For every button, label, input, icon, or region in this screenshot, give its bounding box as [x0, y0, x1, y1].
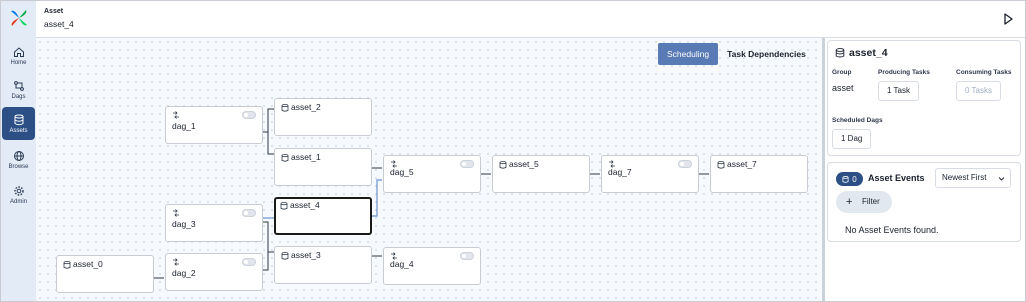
sort-value: Newest First [942, 173, 987, 182]
node-label: asset_3 [291, 250, 321, 260]
asset-node-asset_1[interactable]: asset_1 [274, 148, 372, 186]
tab-scheduling[interactable]: Scheduling [658, 43, 719, 65]
group-value: asset [832, 83, 854, 93]
asset-graph[interactable]: Scheduling Task Dependencies asset_0 dag… [36, 38, 822, 301]
dag-node-dag_3[interactable]: dag_3 [165, 204, 263, 242]
breadcrumb-section: Asset [44, 8, 64, 15]
sidebar-item-label: Assets [9, 127, 28, 134]
database-icon [842, 175, 849, 183]
dag-icon [173, 111, 179, 119]
sidebar-item-browse[interactable]: Browse [2, 143, 35, 176]
node-label: dag_2 [172, 268, 196, 278]
sidebar-item-label: Home [10, 59, 27, 66]
node-label: dag_4 [390, 259, 414, 269]
dags-icon [13, 80, 24, 91]
node-label: dag_1 [172, 121, 196, 131]
group-label: Group [832, 69, 852, 76]
database-icon [280, 202, 288, 210]
view-toggle: Scheduling Task Dependencies [658, 43, 815, 65]
events-count-badge: 0 [836, 172, 863, 186]
sidebar-item-admin[interactable]: Admin [2, 178, 35, 211]
asset-node-asset_2[interactable]: asset_2 [274, 98, 372, 136]
dag-node-dag_5[interactable]: dag_5 [383, 155, 481, 193]
asset-events-card: 0 Asset Events Newest First + Filter No … [827, 162, 1021, 242]
node-label: dag_7 [608, 167, 632, 177]
asset-node-asset_0[interactable]: asset_0 [56, 255, 154, 293]
node-label: dag_5 [390, 167, 414, 177]
airflow-logo[interactable] [9, 8, 29, 28]
edge [263, 251, 274, 271]
asset-node-asset_7[interactable]: asset_7 [710, 155, 808, 193]
tab-task-dependencies[interactable]: Task Dependencies [718, 43, 815, 65]
pause-toggle[interactable] [460, 160, 474, 168]
node-label: asset_5 [509, 159, 539, 169]
dag-icon [173, 209, 179, 217]
asset-node-asset_4[interactable]: asset_4 [274, 197, 372, 235]
dag-icon [173, 258, 179, 266]
producing-tasks-label: Producing Tasks [878, 69, 930, 76]
consuming-tasks-label: Consuming Tasks [956, 69, 1012, 76]
database-icon [281, 252, 289, 260]
sidebar-item-label: Browse [8, 163, 29, 170]
node-label: asset_2 [291, 102, 321, 112]
home-icon [13, 46, 24, 57]
asset-title: asset_4 [849, 47, 888, 59]
sidebar-item-label: Dags [11, 93, 26, 100]
edge [263, 108, 274, 133]
dag-node-dag_1[interactable]: dag_1 [165, 106, 263, 144]
dag-node-dag_4[interactable]: dag_4 [383, 247, 481, 285]
plus-icon: + [846, 196, 853, 208]
asset-details-card: asset_4 Group asset Producing Tasks 1 Ta… [827, 40, 1021, 156]
node-label: asset_0 [73, 259, 103, 269]
pause-toggle[interactable] [242, 209, 256, 217]
node-label: dag_3 [172, 219, 196, 229]
sort-select[interactable]: Newest First [935, 168, 1011, 188]
database-icon [14, 114, 23, 125]
edge [263, 131, 274, 155]
empty-events-message: No Asset Events found. [845, 225, 939, 235]
events-title: Asset Events [868, 173, 925, 183]
events-count: 0 [852, 174, 857, 184]
database-icon [281, 104, 289, 112]
globe-icon [13, 150, 24, 161]
details-panel: asset_4 Group asset Producing Tasks 1 Ta… [825, 38, 1025, 301]
play-button[interactable] [1001, 12, 1015, 26]
asset-node-asset_5[interactable]: asset_5 [492, 155, 590, 193]
edge-highlighted [372, 179, 382, 217]
scheduled-dags-button[interactable]: 1 Dag [832, 129, 872, 149]
pause-toggle[interactable] [460, 252, 474, 260]
node-label: asset_4 [290, 200, 320, 210]
sidebar-item-assets[interactable]: Assets [2, 107, 35, 140]
dag-node-dag_7[interactable]: dag_7 [601, 155, 699, 193]
pause-toggle[interactable] [242, 111, 256, 119]
database-icon [63, 261, 71, 269]
pause-toggle[interactable] [678, 160, 692, 168]
edge [263, 221, 274, 253]
filter-button[interactable]: + Filter [836, 191, 892, 213]
sidebar-item-dags[interactable]: Dags [2, 73, 35, 106]
page-title: asset_4 [44, 19, 74, 29]
page-header: Asset asset_4 [36, 1, 1025, 38]
gear-icon [13, 185, 24, 196]
sidebar-item-home[interactable]: Home [2, 39, 35, 72]
pause-toggle[interactable] [242, 258, 256, 266]
consuming-tasks-button: 0 Tasks [956, 81, 1001, 101]
dag-node-dag_2[interactable]: dag_2 [165, 253, 263, 291]
sidebar: Home Dags Assets Browse Admin [1, 1, 36, 301]
filter-label: Filter [862, 197, 880, 206]
database-icon [499, 161, 507, 169]
scheduled-dags-label: Scheduled Dags [832, 117, 883, 124]
producing-tasks-button[interactable]: 1 Task [878, 81, 919, 101]
chevron-down-icon [998, 177, 1005, 181]
node-label: asset_1 [291, 152, 321, 162]
database-icon [717, 161, 725, 169]
asset-node-asset_3[interactable]: asset_3 [274, 246, 372, 284]
node-label: asset_7 [727, 159, 757, 169]
database-icon [281, 154, 289, 162]
database-icon [835, 48, 845, 58]
sidebar-item-label: Admin [9, 198, 27, 205]
